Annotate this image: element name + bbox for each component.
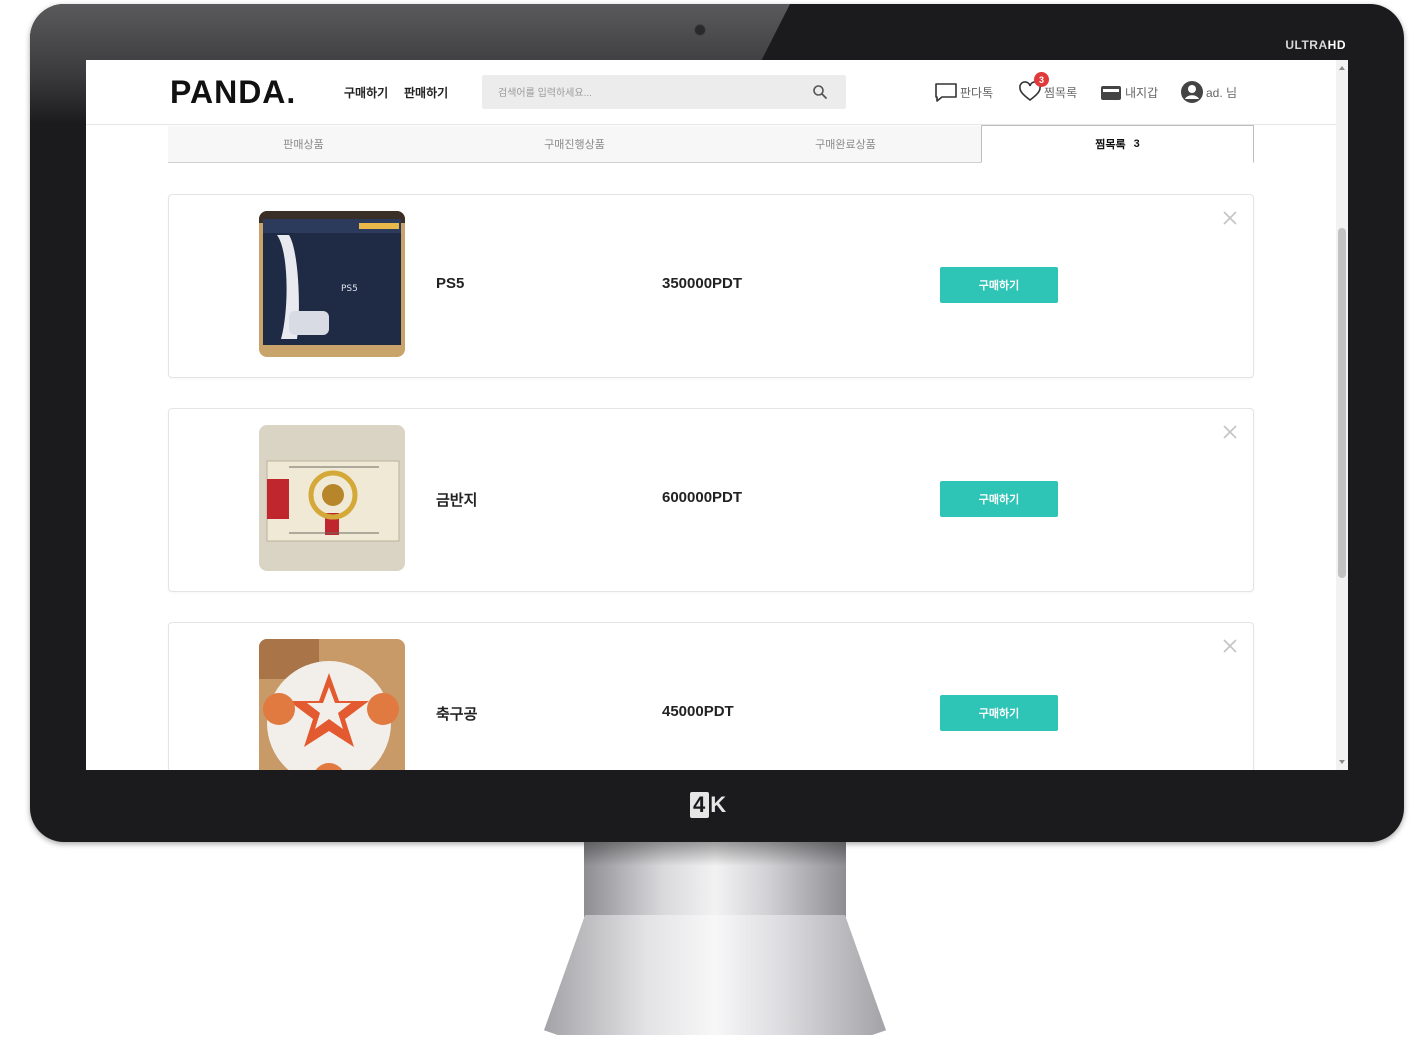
- wishlist-card: 금반지 600000PDT 구매하기: [168, 408, 1254, 592]
- tab-purchased[interactable]: 구매완료상품: [710, 126, 981, 162]
- user-label: ad. 님: [1206, 85, 1238, 100]
- tab-buying[interactable]: 구매진행상품: [439, 126, 710, 162]
- scroll-up-arrow-icon[interactable]: [1339, 66, 1345, 70]
- tab-count: 3: [1133, 138, 1140, 150]
- webcam: [694, 24, 706, 36]
- search-icon[interactable]: [812, 84, 828, 100]
- product-name[interactable]: 축구공: [436, 703, 477, 724]
- product-price: 350000PDT: [662, 275, 743, 292]
- wallet-icon: [1101, 86, 1121, 100]
- nav-buy[interactable]: 구매하기: [344, 84, 388, 101]
- tab-label: 찜목록: [1095, 139, 1126, 151]
- chat-icon: [935, 83, 957, 102]
- product-image-ring[interactable]: [259, 425, 405, 571]
- header-pandatalk[interactable]: 판다톡: [934, 80, 993, 104]
- user-icon: [1181, 81, 1203, 103]
- product-image-soccer-ball[interactable]: [259, 639, 405, 770]
- buy-button[interactable]: 구매하기: [940, 267, 1058, 303]
- nav-sell[interactable]: 판매하기: [404, 84, 448, 101]
- svg-text:PS5: PS5: [341, 284, 358, 294]
- mypage-tabs: 판매상품 구매진행상품 구매완료상품 찜목록 3: [168, 125, 1254, 163]
- product-name[interactable]: 금반지: [436, 489, 477, 510]
- wishlist-badge: 3: [1034, 72, 1049, 87]
- close-icon[interactable]: [1219, 207, 1241, 229]
- buy-button[interactable]: 구매하기: [940, 481, 1058, 517]
- pandatalk-label: 판다톡: [960, 85, 994, 100]
- scrollbar-thumb[interactable]: [1338, 228, 1346, 578]
- product-name[interactable]: PS5: [436, 275, 464, 292]
- scroll-down-arrow-icon[interactable]: [1339, 760, 1345, 764]
- 4k-logo: 4K: [690, 792, 727, 818]
- header-wallet[interactable]: 내지갑: [1099, 80, 1158, 104]
- site-header: PANDA. 구매하기 판매하기 판다톡 3 찜목록: [86, 60, 1336, 125]
- tab-label: 구매완료상품: [815, 139, 876, 151]
- tab-selling[interactable]: 판매상품: [168, 126, 439, 162]
- ultrahd-label: ULTRAHD: [1285, 38, 1346, 52]
- monitor-stand-shadow: [584, 842, 846, 866]
- search-input[interactable]: [496, 83, 800, 103]
- wishlist-card: 축구공 45000PDT 구매하기: [168, 622, 1254, 770]
- product-image-ps5[interactable]: PS5: [259, 211, 405, 357]
- tab-wishlist[interactable]: 찜목록 3: [981, 125, 1254, 163]
- close-icon[interactable]: [1219, 635, 1241, 657]
- close-icon[interactable]: [1219, 421, 1241, 443]
- wishlist-card: PS5 PS5 350000PDT 구매하기: [168, 194, 1254, 378]
- product-price: 45000PDT: [662, 703, 734, 720]
- header-user[interactable]: ad. 님: [1180, 80, 1237, 104]
- wishlist-label: 찜목록: [1044, 85, 1078, 100]
- header-wishlist[interactable]: 3 찜목록: [1018, 72, 1078, 104]
- screen: PANDA. 구매하기 판매하기 판다톡 3 찜목록: [86, 60, 1348, 770]
- buy-button[interactable]: 구매하기: [940, 695, 1058, 731]
- site-logo[interactable]: PANDA.: [170, 74, 296, 111]
- product-price: 600000PDT: [662, 489, 743, 506]
- wallet-label: 내지갑: [1125, 85, 1159, 100]
- tab-label: 구매진행상품: [544, 139, 605, 151]
- page-scrollbar[interactable]: [1336, 60, 1348, 770]
- monitor-stand-base: [544, 915, 886, 1035]
- search-bar: [482, 75, 846, 109]
- tab-label: 판매상품: [283, 139, 324, 151]
